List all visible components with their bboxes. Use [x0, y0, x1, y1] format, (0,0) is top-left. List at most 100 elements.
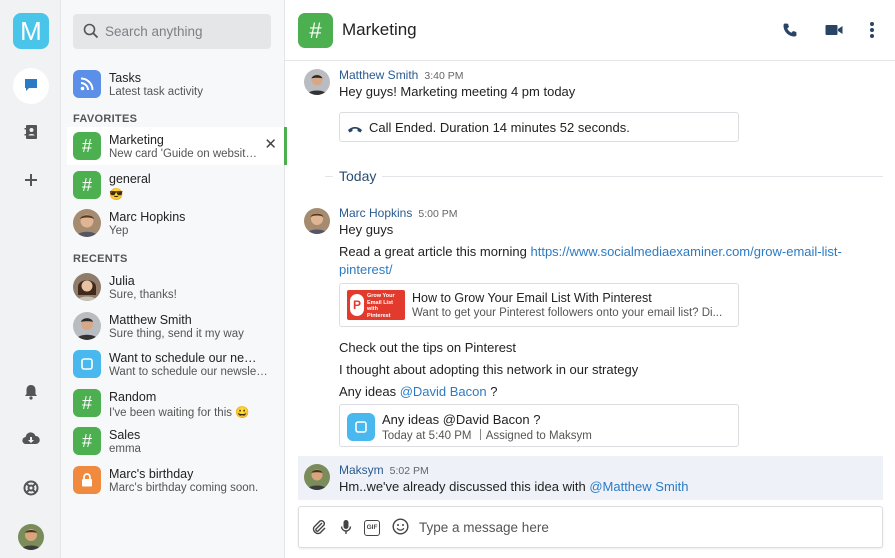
favorite-item-marc-hopkins[interactable]: Marc Hopkins Yep — [67, 204, 285, 242]
message-time: 5:02 PM — [389, 465, 429, 477]
favorites-label: FAVORITES — [73, 113, 138, 125]
conversation-title: Matthew Smith — [109, 313, 192, 327]
contacts-nav-button[interactable] — [13, 115, 49, 151]
conversation-subtitle: emma — [109, 443, 141, 455]
avatar[interactable] — [304, 464, 330, 490]
task-meta-prefix: Today at — [382, 430, 429, 442]
author-name: Matthew Smith — [339, 68, 419, 82]
article-link[interactable]: https://www.socialmediaexaminer.com/grow… — [530, 244, 841, 259]
conversation-subtitle: 😎 — [109, 189, 124, 201]
conversation-subtitle: Yep — [109, 225, 129, 237]
conversation-title: general — [109, 172, 151, 186]
chat-panel: # Marketing Matthew Smith 3:40 PM Hey guy… — [285, 0, 895, 558]
message-text: Hm..we've already discussed this idea wi… — [339, 479, 689, 494]
task-due-time: 5:40 PM — [428, 430, 472, 442]
more-options-button[interactable] — [861, 20, 883, 42]
chat-nav-button[interactable] — [13, 68, 49, 104]
conversation-subtitle: Sure thing, send it my way — [109, 328, 244, 340]
message-text-part: ? — [486, 384, 498, 399]
recent-item-matthew-smith[interactable]: Matthew Smith Sure thing, send it my way — [67, 307, 285, 345]
conversation-subtitle: New card 'Guide on website o... — [109, 148, 259, 160]
message-text: Hey guys — [339, 222, 394, 237]
tasks-subtitle: Latest task activity — [109, 86, 203, 98]
conversation-subtitle: Want to schedule our newslet... — [109, 366, 269, 378]
message-text-part: Hm..we've already discussed this idea wi… — [339, 479, 590, 494]
download-button[interactable] — [13, 422, 49, 458]
message-text: Hey guys! Marketing meeting 4 pm today — [339, 84, 576, 99]
message-text: pinterest/ — [339, 262, 392, 277]
recent-item-marcs-birthday[interactable]: Marc's birthday Marc's birthday coming s… — [67, 461, 285, 499]
user-avatar[interactable] — [18, 524, 44, 550]
chat-header: # Marketing — [285, 0, 895, 61]
channel-hash-icon: # — [298, 13, 333, 48]
notifications-button[interactable] — [13, 375, 49, 411]
add-nav-button[interactable] — [13, 163, 49, 199]
search-input[interactable] — [105, 14, 265, 49]
attach-button[interactable] — [309, 518, 329, 538]
task-meta: Today at 5:40 PM Assigned to Maksym — [382, 429, 592, 442]
conversation-title: Marc's birthday — [109, 467, 194, 481]
mention-matthew-smith[interactable]: @Matthew Smith — [589, 479, 688, 494]
hash-icon: # — [73, 171, 101, 199]
emoji-button[interactable] — [390, 518, 410, 538]
article-link-continued[interactable]: pinterest/ — [339, 262, 392, 277]
lifebuoy-icon — [23, 480, 39, 499]
tasks-title: Tasks — [109, 71, 141, 85]
channel-title: Marketing — [342, 20, 417, 39]
message-text-part: Read a great article this morning — [339, 244, 531, 259]
workspace-logo[interactable]: M — [13, 13, 49, 49]
bell-icon — [24, 384, 38, 403]
avatar — [73, 209, 101, 237]
message-text: Check out the tips on Pinterest — [339, 340, 517, 355]
help-button[interactable] — [13, 471, 49, 507]
recent-item-random[interactable]: # Random I've been waiting for this 😀 — [67, 384, 285, 422]
search-icon — [83, 23, 99, 42]
search-box[interactable] — [73, 14, 271, 49]
call-button[interactable] — [779, 20, 801, 42]
task-assignee: Assigned to Maksym — [485, 430, 592, 442]
task-icon — [73, 350, 101, 378]
conversation-subtitle: Marc's birthday coming soon. — [109, 482, 259, 494]
voice-button[interactable] — [336, 518, 356, 538]
preview-description: Want to get your Pinterest followers ont… — [412, 307, 723, 319]
hash-icon: # — [73, 427, 101, 455]
message-composer: GIF — [298, 506, 883, 548]
conversation-title: Marketing — [109, 133, 164, 147]
hash-icon: # — [73, 132, 101, 160]
gif-button[interactable]: GIF — [362, 518, 382, 538]
pinterest-icon: P — [350, 294, 364, 316]
phone-icon — [782, 22, 798, 41]
rss-icon — [73, 70, 101, 98]
conversation-subtitle: Sure, thanks! — [109, 289, 177, 301]
app-rail: M — [0, 0, 61, 558]
conversation-title: Julia — [109, 274, 135, 288]
phone-hangup-icon — [347, 122, 363, 137]
more-vertical-icon — [870, 21, 874, 41]
close-icon[interactable]: ✕ — [264, 137, 277, 152]
message-author: Matthew Smith 3:40 PM — [339, 68, 463, 82]
task-card[interactable]: Any ideas @David Bacon ? Today at 5:40 P… — [339, 404, 739, 447]
avatar[interactable] — [304, 69, 330, 95]
recent-item-sales[interactable]: # Sales emma — [67, 422, 285, 460]
plus-icon — [24, 173, 38, 190]
date-divider — [325, 176, 883, 177]
tasks-item[interactable]: Tasks Latest task activity — [67, 65, 285, 103]
message-input[interactable] — [419, 507, 859, 547]
avatar — [73, 312, 101, 340]
contacts-icon — [23, 124, 39, 143]
recent-item-julia[interactable]: Julia Sure, thanks! — [67, 268, 285, 306]
preview-title: How to Grow Your Email List With Pintere… — [412, 291, 652, 305]
favorite-item-general[interactable]: # general 😎 — [67, 166, 285, 204]
recent-item-newsletter-task[interactable]: Want to schedule our newsl... Want to sc… — [67, 345, 285, 383]
favorite-item-marketing[interactable]: # Marketing New card 'Guide on website o… — [67, 127, 287, 165]
mention-david-bacon[interactable]: @David Bacon — [400, 384, 487, 399]
video-call-button[interactable] — [823, 20, 845, 42]
message-text: Any ideas @David Bacon ? — [339, 384, 497, 399]
avatar[interactable] — [304, 208, 330, 234]
message-time: 5:00 PM — [418, 208, 458, 220]
message-time: 3:40 PM — [424, 70, 464, 82]
link-preview-card[interactable]: P Grow Your Email List with Pinterest Ho… — [339, 283, 739, 327]
preview-thumbnail-text: Grow Your Email List with Pinterest — [367, 293, 395, 317]
cloud-download-icon — [22, 431, 40, 449]
meta-separator — [479, 429, 481, 440]
